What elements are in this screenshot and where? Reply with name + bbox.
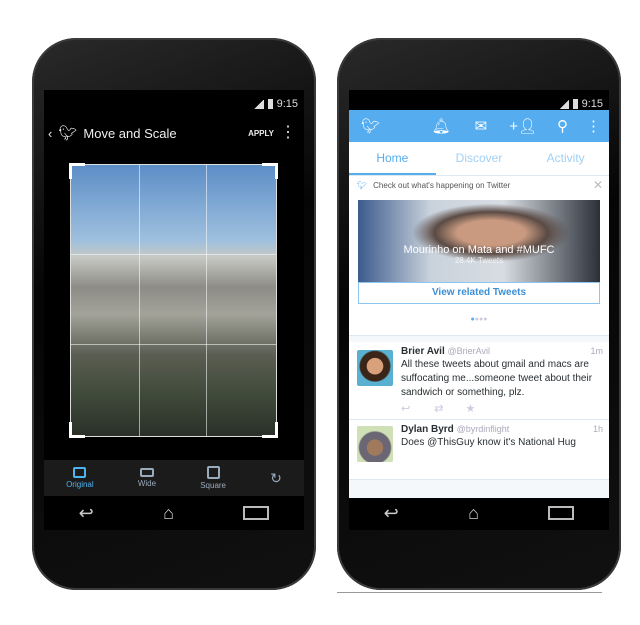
promo-header: Check out what's happening on Twitter (373, 181, 511, 190)
right-phone: 9:15 🐦︎ 🔔︎ ✉ +👤︎ ⚲ ⋮ Home Discover Activ… (337, 38, 621, 590)
retweet-icon[interactable]: ⇄ (434, 403, 443, 415)
back-icon[interactable]: ‹ (48, 126, 52, 141)
crop-handle[interactable] (262, 422, 278, 438)
timeline: 🐦︎ Check out what's happening on Twitter … (349, 176, 609, 498)
trend-tweet-count: 28.4K Tweets (454, 256, 504, 265)
tweet-handle[interactable]: @BrierAvil (448, 346, 490, 356)
nav-bar: ↩ ⌂ (349, 498, 609, 528)
avatar[interactable] (357, 350, 393, 386)
tweet[interactable]: Brier Avil @BrierAvil 1m All these tweet… (349, 342, 609, 420)
recents-nav-icon[interactable] (243, 506, 270, 520)
carousel-dots[interactable]: ●●●● (349, 316, 609, 323)
back-nav-icon[interactable]: ↩ (384, 503, 399, 524)
crop-handle[interactable] (69, 422, 85, 438)
tab-home[interactable]: Home (349, 142, 436, 175)
twitter-bird-icon[interactable]: 🐦︎ (361, 117, 380, 135)
tweet-handle[interactable]: @byrdinflight (457, 424, 510, 434)
close-icon[interactable]: ✕ (593, 178, 603, 192)
overflow-menu-icon[interactable]: ⋮ (280, 125, 296, 141)
favorite-star-icon[interactable]: ★ (465, 403, 475, 415)
rotate-button[interactable]: ↻ (270, 470, 282, 487)
twitter-bird-icon: 🐦︎ (58, 125, 78, 142)
left-phone: 9:15 ‹ 🐦︎ Move and Scale APPLY ⋮ Origina… (32, 38, 316, 590)
crop-wide-button[interactable]: Wide (138, 468, 156, 488)
tweet-text: All these tweets about gmail and macs ar… (401, 359, 593, 398)
tweet-author[interactable]: Brier Avil (401, 346, 445, 357)
page-title: Move and Scale (83, 125, 177, 141)
tab-discover[interactable]: Discover (436, 142, 523, 175)
add-user-icon[interactable]: +👤︎ (509, 117, 537, 135)
trend-image[interactable]: Mourinho on Mata and #MUFC 28.4K Tweets (358, 200, 600, 282)
tweet-author[interactable]: Dylan Byrd (401, 424, 454, 435)
crop-photo[interactable] (69, 163, 278, 438)
avatar[interactable] (357, 426, 393, 462)
trend-promo-card: 🐦︎ Check out what's happening on Twitter … (349, 176, 609, 336)
crop-wide-icon (139, 468, 154, 477)
notifications-bell-icon[interactable]: 🔔︎ (432, 117, 451, 135)
tweet-time: 1h (592, 424, 603, 434)
nav-bar: ↩ ⌂ (44, 498, 304, 528)
crop-original-icon (73, 467, 87, 478)
crop-square-button[interactable]: Square (200, 466, 226, 490)
recents-nav-icon[interactable] (548, 506, 575, 520)
apply-button[interactable]: APPLY (248, 129, 274, 138)
status-bar: 9:15 (558, 98, 603, 110)
crop-toolbar: Original Wide Square ↻ (44, 460, 304, 496)
search-icon[interactable]: ⚲ (557, 117, 568, 135)
left-screen: 9:15 ‹ 🐦︎ Move and Scale APPLY ⋮ Origina… (44, 90, 304, 530)
tab-bar: Home Discover Activity (349, 142, 609, 176)
back-nav-icon[interactable]: ↩ (79, 503, 94, 524)
tweet[interactable]: Dylan Byrd @byrdinflight 1h Does @ThisGu… (349, 420, 609, 480)
tab-activity[interactable]: Activity (522, 142, 609, 175)
messages-envelope-icon[interactable]: ✉ (475, 117, 488, 135)
tweet-time: 1m (590, 346, 603, 356)
crop-square-icon (206, 466, 220, 479)
status-bar: 9:15 (253, 98, 298, 110)
tweet-text: Does @ThisGuy know it's National Hug (401, 437, 576, 448)
overflow-menu-icon[interactable]: ⋮ (586, 117, 601, 135)
right-screen: 9:15 🐦︎ 🔔︎ ✉ +👤︎ ⚲ ⋮ Home Discover Activ… (349, 90, 609, 530)
action-bar: ‹ 🐦︎ Move and Scale APPLY ⋮ (44, 120, 304, 146)
twitter-top-bar: 🐦︎ 🔔︎ ✉ +👤︎ ⚲ ⋮ (349, 110, 609, 142)
trend-headline: Mourinho on Mata and #MUFC (403, 244, 555, 256)
battery-icon (572, 99, 578, 109)
battery-icon (267, 99, 273, 109)
clock: 9:15 (276, 98, 298, 110)
twitter-bird-icon: 🐦︎ (357, 181, 368, 190)
crop-handle[interactable] (262, 163, 278, 179)
reply-icon[interactable]: ↩ (401, 403, 410, 415)
signal-icon (253, 99, 264, 109)
crop-handle[interactable] (69, 163, 85, 179)
home-nav-icon[interactable]: ⌂ (163, 503, 174, 524)
crop-original-button[interactable]: Original (66, 467, 94, 489)
rotate-icon: ↻ (270, 469, 282, 486)
divider (337, 592, 602, 593)
view-related-tweets-button[interactable]: View related Tweets (358, 282, 600, 304)
signal-icon (558, 99, 569, 109)
home-nav-icon[interactable]: ⌂ (468, 503, 479, 524)
clock: 9:15 (581, 98, 603, 110)
